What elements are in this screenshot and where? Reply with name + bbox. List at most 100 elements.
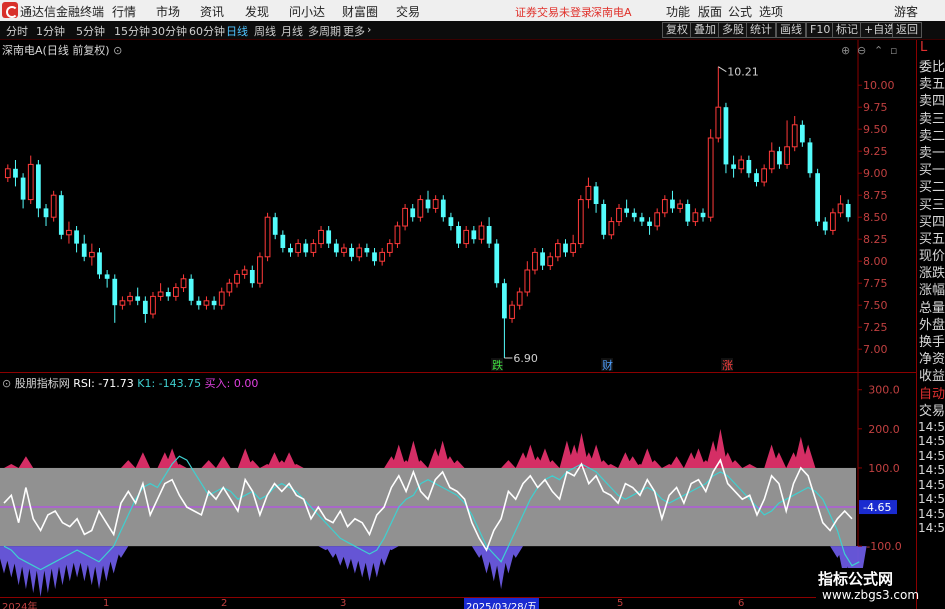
kline-chart[interactable]: 10.00 9.75 9.50 9.25 9.00 8.75 8.50 8.25 8.00 7.7… [0,40,916,373]
candle-body-up [570,243,577,253]
candle-body-down [685,204,691,222]
period-1min[interactable]: 1分钟 [36,23,65,39]
period-15min[interactable]: 15分钟 [114,23,150,39]
candle-body-up [356,247,363,258]
panel-toggle[interactable]: L [917,40,945,59]
menu-layout[interactable]: 版面 [698,3,722,20]
period-weekly[interactable]: 周线 [254,23,276,39]
chevron-right-icon[interactable]: › [367,23,371,36]
period-tick[interactable]: 分时 [6,23,28,39]
trade-label[interactable]: 交易 [917,403,945,420]
menu-function[interactable]: 功能 [666,3,690,20]
candle-body-up [295,243,301,253]
period-5min[interactable]: 5分钟 [76,23,105,39]
candle-body-up [379,251,386,262]
zoom-icon[interactable]: ⊕ [841,44,850,57]
chevron-up-icon[interactable]: ⌃ [874,44,883,57]
quote-field-label: 净资 [919,352,945,368]
menu-quotes[interactable]: 行情 [112,3,136,20]
menu-discover[interactable]: 发现 [245,3,269,20]
period-more[interactable]: 更多 [343,23,365,39]
indicator-chart[interactable]: 300.0 200.0 100.0 -100.0 -4.65 [0,373,916,599]
login-status[interactable]: 证券交易未登录 [515,4,592,20]
quote-field-label: 买二 [919,180,945,196]
ind-y-tick-label: 200.0 [868,423,900,436]
candle-body-down [303,243,309,253]
tick-time: 14:56 [918,463,945,478]
candle-body-up [707,137,714,218]
ind-y-tick-label: -100.0 [866,540,901,553]
quote-field-label: 卖一 [919,145,945,161]
btn-draw[interactable]: 画线 [776,22,806,38]
candle-body-down [188,278,194,301]
candle-body-down [639,217,645,222]
menu-options[interactable]: 选项 [759,3,783,20]
candle-body-up [532,251,538,271]
x-label: 2 [221,598,228,609]
candle-body-down [326,230,332,244]
auto-trade-label[interactable]: 自动 [917,386,945,403]
restore-icon[interactable]: ⊖ [857,44,866,57]
period-toolbar: 分时 1分钟 5分钟 15分钟 30分钟 60分钟 日线 周线 月线 多周期 更… [0,21,945,40]
quote-field-label: 卖三 [919,111,945,127]
menu-formula[interactable]: 公式 [728,3,752,20]
menu-news[interactable]: 资讯 [200,3,224,20]
k1-readout: K1: -143.75 [137,377,202,390]
candle-body-down [112,278,118,306]
candle-body-down [211,300,217,306]
btn-back[interactable]: 返回 [892,22,922,38]
close-panel-icon[interactable]: ▫ [890,44,897,57]
quote-field-label: 买一 [919,163,945,179]
period-60min[interactable]: 60分钟 [189,23,225,39]
menu-ask[interactable]: 问小达 [289,3,325,20]
candle-body-down [364,248,370,253]
y-tick-label: 7.50 [863,299,888,312]
menu-trade[interactable]: 交易 [396,3,420,20]
candle-body-up [616,207,622,223]
x-label: 6 [738,598,745,609]
candle-body-down [563,243,568,253]
candle-body-down [440,199,446,218]
candle-body-up [180,278,187,289]
settings-circle-icon: ⊙ [2,377,12,390]
y-tick-label: 9.00 [863,167,888,180]
candle-body-up [241,269,248,275]
ind-y-tick-label: 100.0 [868,462,900,475]
candle-body-up [264,216,271,258]
btn-multistock[interactable]: 多股 [718,22,748,38]
btn-mark[interactable]: 标记 [832,22,862,38]
candle-body-down [280,234,286,248]
cursor-value: -4.65 [863,501,891,514]
menu-market[interactable]: 市场 [156,3,180,20]
candle-body-up [830,212,836,231]
period-daily[interactable]: 日线 [226,23,248,39]
btn-fuquan[interactable]: 复权 [662,22,692,38]
candle-body-down [631,212,637,218]
candle-body-up [463,229,470,245]
btn-f10[interactable]: F10 [806,22,835,38]
btn-stats[interactable]: 统计 [746,22,776,38]
candle-body-down [624,208,629,213]
btn-overlay[interactable]: 叠加 [690,22,720,38]
event-marker: 跌 [492,358,503,372]
tick-time: 14:56 [918,521,945,536]
app-logo-icon [2,2,18,18]
candle-body-down [471,230,477,240]
candle-body-down [97,252,102,275]
rsi-readout: RSI: -71.73 [73,377,134,390]
period-multi[interactable]: 多周期 [308,23,341,39]
y-tick-label: 7.25 [863,321,888,334]
guest-link[interactable]: 游客 [894,3,918,20]
period-monthly[interactable]: 月线 [281,23,303,39]
candle-body-down [486,226,492,244]
quote-side-panel: L 委比 卖五 卖四 卖三 卖二 卖一 买一 买二 买三 买四 买五 现价 涨跌 涨幅 总量 外盘 换手 净资 收益… [916,40,945,609]
candle-body-down [196,300,202,306]
x-label: 3 [340,598,347,609]
candle-body-down [425,199,431,209]
menu-wealth[interactable]: 财富圈 [342,3,378,20]
candle-body-up [119,300,126,306]
candle-body-up [394,225,401,245]
title-bar: 通达信金融终端 行情 市场 资讯 发现 问小达 财富圈 交易 证券交易未登录 深… [0,0,945,21]
period-30min[interactable]: 30分钟 [151,23,187,39]
candle-body-up [218,291,225,306]
